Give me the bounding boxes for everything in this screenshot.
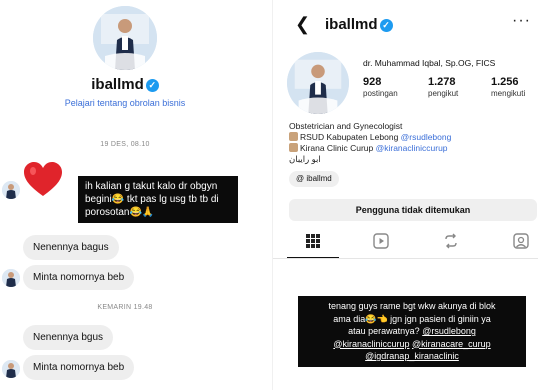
back-arrow-icon[interactable]: ❮ — [295, 14, 310, 35]
stat-label: mengikuti — [491, 89, 526, 98]
message-timestamp: 19 DES, 08.10 — [100, 141, 150, 148]
bio-mention-link[interactable]: @kiranacliniccurup — [376, 143, 448, 153]
stat-followers[interactable]: 1.278 pengikut — [428, 76, 458, 98]
story-line: begini😂 tkt pas lg usg tb tb di — [85, 194, 219, 205]
profile-topbar: ❮ iballmd ✓ ··· — [273, 0, 538, 46]
more-icon[interactable]: ··· — [512, 12, 531, 30]
story-mention[interactable]: @rsudlebong — [422, 326, 476, 336]
message-bubble[interactable]: Minta nomornya beb — [23, 265, 135, 290]
story-line: ama dia😂👈 jgn jgn pasien di giniin ya — [333, 313, 491, 324]
business-chat-link[interactable]: Pelajari tentang obrolan bisnis — [0, 98, 250, 108]
stat-label: pengikut — [428, 89, 459, 98]
story-reply-preview[interactable]: ih kalian g takut kalo dr obgyn begini😂 … — [78, 176, 238, 223]
message-bubble[interactable]: Nenennya bagus — [23, 235, 119, 260]
bio-text: Kirana Clinic Curup — [300, 143, 376, 153]
tab-divider — [273, 258, 538, 259]
hospital-icon — [289, 132, 298, 141]
story-line: porosotan😂🙏 — [85, 207, 155, 218]
bio-text: RSUD Kabupaten Lebong — [300, 132, 401, 142]
threads-badge[interactable]: @ iballmd — [289, 171, 339, 187]
stat-label: postingan — [363, 89, 398, 98]
stat-posts[interactable]: 928 postingan — [363, 76, 398, 98]
bio-role: Obstetrician and Gynecologist — [289, 121, 403, 131]
username-header: iballmd ✓ — [325, 16, 393, 33]
bio-clinic-line: Kirana Clinic Curup @kiranacliniccurup — [289, 143, 448, 153]
bio-mention-link[interactable]: @rsudlebong — [401, 132, 452, 142]
heart-reaction-icon — [24, 162, 62, 196]
stat-following[interactable]: 1.256 mengikuti — [491, 76, 525, 98]
username-text: iballmd — [325, 16, 378, 33]
verified-badge-icon: ✓ — [379, 19, 393, 32]
threads-icon: @ — [296, 174, 305, 183]
bio-arabic: ابو رايبان — [289, 154, 321, 164]
story-text-overlay: tenang guys rame bgt wkw akunya di blok … — [298, 296, 526, 367]
message-bubble[interactable]: Nenennya bgus — [23, 325, 114, 350]
story-line: tenang guys rame bgt wkw akunya di blok — [328, 301, 496, 311]
verified-badge-icon: ✓ — [145, 79, 159, 92]
story-mention[interactable]: @igdranap_kiranaclinic — [365, 351, 459, 361]
username-text: iballmd — [91, 76, 144, 93]
bio-hospital-line: RSUD Kabupaten Lebong @rsudlebong — [289, 132, 451, 142]
stat-value: 928 — [363, 76, 382, 88]
profile-avatar[interactable] — [93, 6, 157, 70]
profile-full-name: dr. Muhammad Iqbal, Sp.OG, FICS — [363, 58, 496, 68]
message-bubble[interactable]: Minta nomornya beb — [23, 355, 135, 380]
grid-icon[interactable] — [305, 233, 321, 249]
username-header: iballmd ✓ — [0, 76, 250, 93]
message-timestamp: KEMARIN 19.48 — [97, 304, 153, 311]
story-line: atau perawatnya? — [348, 326, 420, 336]
repost-icon[interactable] — [443, 233, 459, 249]
tagged-icon[interactable] — [513, 233, 529, 249]
sender-avatar — [2, 181, 20, 199]
reels-icon[interactable] — [373, 233, 389, 249]
threads-username: iballmd — [306, 174, 332, 183]
profile-panel: ❮ iballmd ✓ ··· dr. Muhammad Iqbal, Sp.OG… — [272, 0, 538, 390]
sender-avatar — [2, 269, 20, 287]
stat-value: 1.278 — [428, 76, 456, 88]
user-not-found-button[interactable]: Pengguna tidak ditemukan — [289, 199, 537, 221]
story-mention[interactable]: @kiranacare_curup — [412, 339, 491, 349]
stat-value: 1.256 — [491, 76, 519, 88]
sender-avatar — [2, 360, 20, 378]
dm-panel: iballmd ✓ Pelajari tentang obrolan bisnis… — [0, 0, 268, 390]
story-line: ih kalian g takut kalo dr obgyn — [85, 181, 218, 192]
profile-avatar[interactable] — [287, 52, 349, 114]
hospital-icon — [289, 143, 298, 152]
story-mention[interactable]: @kiranacliniccurup — [333, 339, 409, 349]
